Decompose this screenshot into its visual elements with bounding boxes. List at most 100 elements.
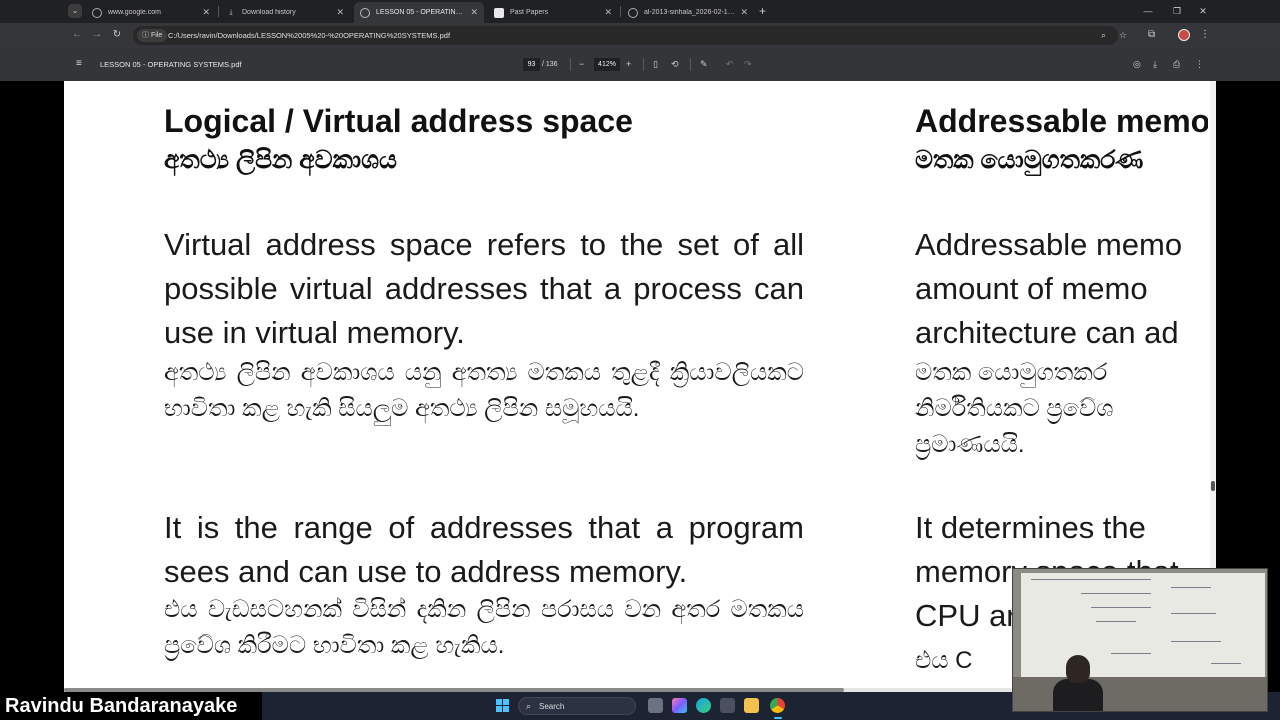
webcam-overlay [1012,568,1268,712]
tab-download-history[interactable]: ⤓ Download history ✕ [220,2,350,23]
windows-start-icon[interactable] [496,699,509,712]
close-icon[interactable]: ✕ [470,7,478,18]
tab-label: Past Papers [510,9,549,16]
new-tab-button[interactable]: + [759,4,766,18]
rotate-icon[interactable]: ⟲ [671,57,679,71]
bookmark-icon [494,7,504,18]
pdf-toolbar: ≡ LESSON 05 - OPERATING SYSTEMS.pdf 93 /… [0,48,1280,81]
chrome-menu-icon[interactable]: ⋮ [1200,28,1210,42]
file-chip-label: File [150,32,163,39]
zoom-input[interactable]: 412% [594,58,620,71]
whiteboard [1021,573,1265,677]
text-line-sinhala: එය C [915,647,973,674]
board-writing [1096,621,1136,622]
tab-label: LESSON 05 - OPERATING SYST [376,9,466,16]
settings-icon[interactable] [720,698,735,713]
section-heading: Logical / Virtual address space [164,103,633,139]
close-icon[interactable]: ✕ [202,7,210,18]
bookmark-star-icon[interactable]: ☆ [1119,29,1127,42]
search-label: Search [539,702,565,711]
tab-search-button[interactable]: ⌄ [68,4,82,18]
copilot-icon[interactable] [672,698,687,713]
more-options-icon[interactable]: ⋮ [1195,57,1204,71]
presenter-name-caption: Ravindu Bandaranayake [0,692,262,720]
reload-icon[interactable]: ↻ [110,28,124,42]
text-line: It determines the [915,510,1146,545]
tab-label: al-2013-sinhala_2026-02-16_09 [644,9,737,16]
back-icon[interactable]: ← [70,28,84,42]
taskbar-search[interactable]: ⌕ Search [518,697,636,715]
section-heading: Addressable memo [915,103,1208,139]
tab-al-2013-sinhala[interactable]: al-2013-sinhala_2026-02-16_09 ✕ [622,2,754,23]
text-line-sinhala: ප්‍රමාණයයි. [915,431,1025,458]
search-icon: ⌕ [526,701,532,711]
url-text: C:/Users/ravin/Downloads/LESSON%2005%20-… [168,31,451,40]
restore-icon[interactable]: ❐ [1170,4,1184,18]
edge-browser-icon[interactable] [696,698,711,713]
board-writing [1171,641,1221,642]
forward-icon[interactable]: → [90,28,104,42]
classroom-wall [1013,677,1267,711]
toolbar-divider [570,58,571,71]
download-icon: ⤓ [229,8,233,16]
close-icon[interactable]: ✕ [740,7,748,18]
board-writing [1091,607,1151,608]
pdf-file-icon [360,7,370,18]
board-writing [1171,613,1216,614]
section-heading-sinhala: මතක යොමුගතකරණ [915,146,1144,174]
info-icon: ⓘ [142,32,151,39]
tab-label: Download history [242,9,296,16]
board-writing [1111,653,1151,654]
ai-assist-icon[interactable]: ◎ [1133,57,1141,71]
paragraph-address-range: It is the range of addresses that a prog… [164,510,804,589]
profile-avatar[interactable] [1178,29,1190,41]
text-line-sinhala: මතක යොමුගතකර [915,359,1108,386]
text-line: Addressable memo [915,227,1183,262]
active-app-indicator [774,717,782,719]
globe-icon [628,7,638,18]
tab-divider [620,6,621,17]
tab-divider [218,6,219,17]
board-writing [1081,593,1151,594]
text-line: amount of memo [915,271,1148,306]
chrome-icon[interactable] [770,698,785,713]
board-writing [1211,663,1241,664]
presenter-head [1066,655,1090,683]
site-info-chip[interactable]: ⓘ File [137,29,168,42]
zoom-in-icon[interactable]: + [626,57,631,71]
tab-past-papers[interactable]: Past Papers ✕ [488,2,618,23]
minimize-icon[interactable]: — [1141,4,1155,18]
zoom-icon[interactable]: ⌕ [1101,29,1106,42]
page-number-input[interactable]: 93 [523,58,540,71]
tab-strip: ⌄ www.google.com ✕ ⤓ Download history ✕ … [0,0,1280,23]
tab-google[interactable]: www.google.com ✕ [86,2,216,23]
sidebar-menu-icon[interactable]: ≡ [76,57,82,71]
globe-icon [92,7,102,18]
file-explorer-icon[interactable] [744,698,759,713]
tab-label: www.google.com [108,9,161,16]
window-close-icon[interactable]: ✕ [1196,4,1210,18]
page-total: / 136 [542,61,558,68]
board-writing [1171,587,1211,588]
redo-icon[interactable]: ↷ [744,57,752,71]
task-view-icon[interactable] [648,698,663,713]
paragraph-virtual-address-space: Virtual address space refers to the set … [164,227,804,350]
tab-lesson-pdf[interactable]: LESSON 05 - OPERATING SYST ✕ [354,2,484,23]
close-icon[interactable]: ✕ [336,7,344,18]
download-icon[interactable]: ⤓ [1153,57,1157,71]
undo-icon[interactable]: ↶ [726,57,734,71]
annotate-pen-icon[interactable]: ✎ [700,57,708,71]
close-icon[interactable]: ✕ [604,7,612,18]
print-icon[interactable]: ⎙ [1173,57,1180,71]
fit-page-icon[interactable]: ▯ [653,57,658,71]
toolbar-divider [643,58,644,71]
address-bar[interactable]: ⓘ File C:/Users/ravin/Downloads/LESSON%2… [133,26,1127,45]
paragraph-address-range-sinhala: එය වැඩසටහනක් විසින් දකින ලිපින පරාසය වන … [164,596,804,659]
toolbar-divider [690,58,691,71]
board-writing [1031,579,1151,580]
text-line: CPU ar [915,598,1017,633]
text-line-sinhala: නිර්මිතියකට ප්‍රවේශ [915,395,1114,422]
zoom-out-icon[interactable]: − [579,57,584,71]
scrollbar-thumb[interactable] [1211,481,1215,491]
extensions-icon[interactable]: ⧉ [1148,28,1155,42]
